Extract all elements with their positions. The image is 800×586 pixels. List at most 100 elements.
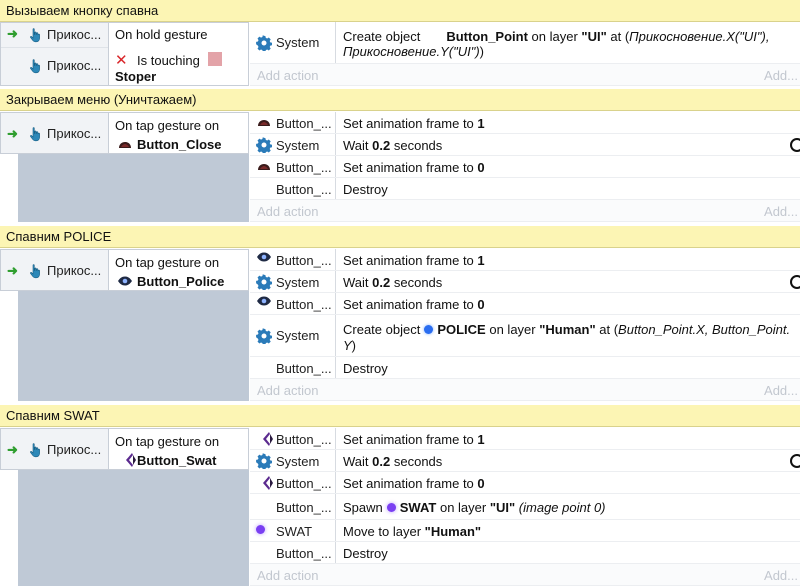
action-row[interactable]: Button_... Set animation frame to 0 (250, 293, 800, 315)
action-row[interactable]: Button_... Set animation frame to 1 (250, 428, 800, 450)
group-header[interactable]: Спавним SWAT (0, 405, 800, 427)
button-close-icon (256, 115, 272, 131)
event-row[interactable]: ➜ Прикос... On hold gesture Прикос... ✕ … (0, 22, 800, 86)
action-object: Button_... (276, 160, 332, 175)
action-row[interactable]: Button_... Set animation frame to 0 (250, 156, 800, 178)
action-object: System (276, 275, 320, 290)
action-text: Set animation frame to 0 (343, 160, 485, 175)
add-action-button[interactable]: Add action (257, 68, 318, 83)
trigger-object-label: Прикос... (47, 442, 102, 457)
add-action-row[interactable]: Add action Add... (250, 379, 800, 401)
add-action-button[interactable]: Add action (257, 568, 318, 583)
button-police-icon (256, 293, 272, 309)
add-more-button[interactable]: Add... (764, 383, 798, 398)
condition-text: On hold gesture (115, 27, 208, 42)
clock-icon (790, 275, 800, 289)
trigger-object-label: Прикос... (47, 27, 102, 42)
action-row[interactable]: System Wait 0.2 seconds (250, 134, 800, 156)
condition-object: Button_Swat (137, 453, 217, 468)
action-row[interactable]: Button_... Destroy (250, 357, 800, 379)
condition-text: Is touching (137, 53, 200, 68)
add-action-row[interactable]: Add action Add... (250, 564, 800, 586)
touch-hand-icon (27, 263, 43, 279)
add-action-row[interactable]: Add action Add... (250, 64, 800, 86)
event-left-bar (18, 468, 249, 586)
event-arrow-icon: ➜ (7, 263, 18, 278)
system-gear-icon (256, 274, 272, 290)
group-header[interactable]: Закрываем меню (Уничтажаем) (0, 89, 800, 111)
conditions-block[interactable]: ➜ Прикос... On tap gesture on Button_Pol… (0, 249, 249, 291)
stoper-icon (208, 52, 222, 66)
button-police-icon (256, 249, 272, 265)
action-object: Button_... (276, 253, 332, 268)
group-header[interactable]: Спавним POLICE (0, 226, 800, 248)
system-gear-icon (256, 35, 272, 51)
event-row[interactable]: ➜ Прикос... On tap gesture on Button_Swa… (0, 428, 800, 586)
action-text-cont: Прикосновение.Y("UI")) (343, 44, 484, 59)
add-more-button[interactable]: Add... (764, 68, 798, 83)
event-left-bar (18, 289, 249, 401)
action-text: Wait 0.2 seconds (343, 454, 443, 469)
condition-row[interactable]: Прикос... ✕ Is touching Stoper (1, 47, 248, 85)
action-text: Create object POLICE on layer "Human" at … (343, 322, 791, 337)
action-text: Move to layer "Human" (343, 524, 482, 539)
action-object: Button_... (276, 432, 332, 447)
action-text: Set animation frame to 0 (343, 476, 485, 491)
add-action-button[interactable]: Add action (257, 383, 318, 398)
trigger-object-label: Прикос... (47, 58, 102, 73)
add-action-button[interactable]: Add action (257, 204, 318, 219)
action-row[interactable]: SWAT Move to layer "Human" (250, 520, 800, 542)
trigger-object-label: Прикос... (47, 263, 102, 278)
button-close-icon (117, 137, 133, 153)
conditions-block[interactable]: ➜ Прикос... On tap gesture on Button_Clo… (0, 112, 249, 154)
clock-icon (790, 138, 800, 152)
condition-object: Stoper (115, 69, 157, 84)
button-swat-icon (260, 431, 276, 447)
condition-object: Button_Police (137, 274, 225, 289)
action-row[interactable]: System Wait 0.2 seconds (250, 450, 800, 472)
action-row[interactable]: Button_... Destroy (250, 542, 800, 564)
touch-hand-icon (27, 27, 43, 43)
action-text: Destroy (343, 546, 388, 561)
action-object: Button_... (276, 500, 332, 515)
action-row[interactable]: Button_... Spawn SWAT on layer "UI" (imag… (250, 494, 800, 520)
action-row[interactable]: Button_... Set animation frame to 1 (250, 112, 800, 134)
action-text-cont: Y) (343, 338, 357, 353)
conditions-block[interactable]: ➜ Прикос... On tap gesture on Button_Swa… (0, 428, 249, 470)
action-text: Wait 0.2 seconds (343, 138, 443, 153)
action-row[interactable]: System Wait 0.2 seconds (250, 271, 800, 293)
condition-text: On tap gesture on (115, 118, 220, 133)
add-more-button[interactable]: Add... (764, 568, 798, 583)
action-object: Button_... (276, 361, 332, 376)
clock-icon (790, 454, 800, 468)
conditions-block[interactable]: ➜ Прикос... On hold gesture Прикос... ✕ … (0, 22, 249, 86)
button-police-icon (117, 273, 133, 289)
action-object: System (276, 454, 320, 469)
action-object: Button_... (276, 297, 332, 312)
action-row[interactable]: System Create object Button_Point on laye… (250, 22, 800, 64)
action-row[interactable]: System Create object POLICE on layer "Hum… (250, 315, 800, 357)
group-title: Вызываем кнопку спавна (6, 3, 159, 18)
group-title: Спавним POLICE (6, 229, 112, 244)
add-action-row[interactable]: Add action Add... (250, 200, 800, 222)
event-row[interactable]: ➜ Прикос... On tap gesture on Button_Pol… (0, 249, 800, 401)
add-more-button[interactable]: Add... (764, 204, 798, 219)
event-arrow-icon: ➜ (7, 126, 18, 141)
action-object: System (276, 328, 320, 343)
system-gear-icon (256, 453, 272, 469)
action-row[interactable]: Button_... Destroy (250, 178, 800, 200)
touch-hand-icon (27, 58, 43, 74)
action-row[interactable]: Button_... Set animation frame to 0 (250, 472, 800, 494)
trigger-object-label: Прикос... (47, 126, 102, 141)
action-text: Set animation frame to 1 (343, 116, 485, 131)
condition-row[interactable]: ➜ Прикос... On hold gesture (1, 23, 248, 48)
swat-icon (386, 503, 396, 513)
event-left-bar (18, 152, 249, 222)
action-text: Set animation frame to 1 (343, 253, 485, 268)
action-row[interactable]: Button_... Set animation frame to 1 (250, 249, 800, 271)
group-header[interactable]: Вызываем кнопку спавна (0, 0, 800, 22)
action-object: Button_... (276, 476, 332, 491)
group-title: Закрываем меню (Уничтажаем) (6, 92, 197, 107)
event-row[interactable]: ➜ Прикос... On tap gesture on Button_Clo… (0, 112, 800, 222)
event-arrow-icon: ➜ (7, 26, 18, 41)
